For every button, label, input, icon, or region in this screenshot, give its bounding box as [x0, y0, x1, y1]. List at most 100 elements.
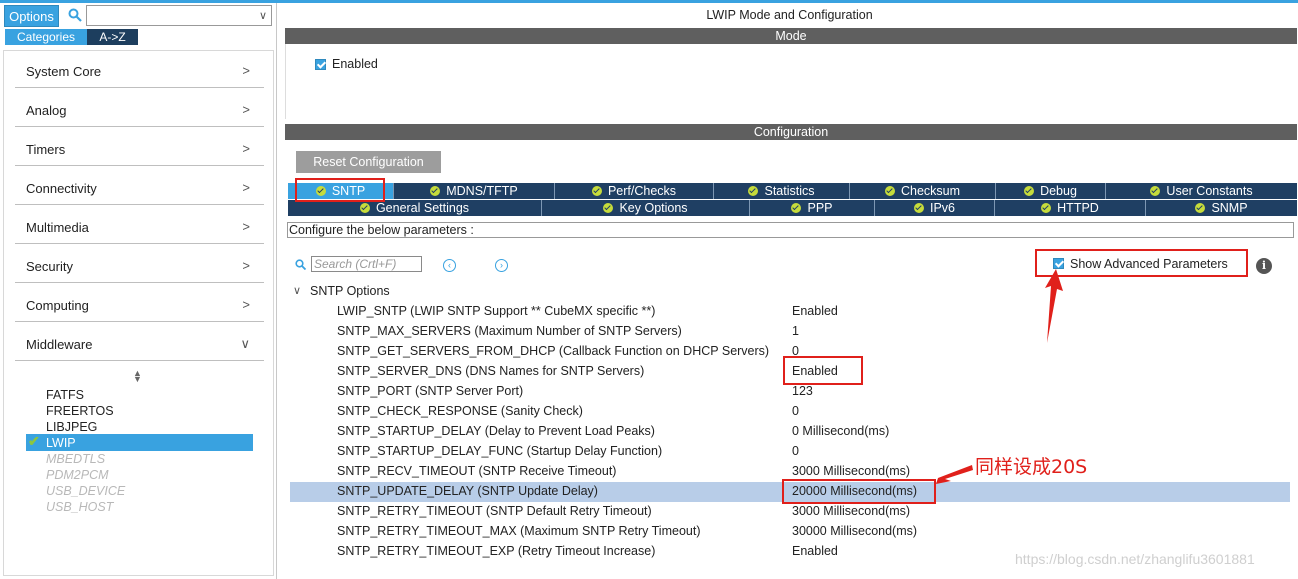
next-icon[interactable]: › — [495, 259, 508, 272]
parameter-search-input[interactable]: Search (Crtl+F) — [311, 256, 422, 272]
tab-label: Checksum — [900, 184, 961, 198]
tab-label: General Settings — [375, 201, 470, 215]
category-system-core[interactable]: System Core > — [15, 50, 264, 88]
tab-label: Statistics — [764, 184, 815, 198]
param-name: SNTP_GET_SERVERS_FROM_DHCP (Callback Fun… — [337, 344, 770, 358]
check-circle-icon — [359, 203, 370, 213]
tab-general-settings[interactable]: General Settings — [288, 200, 542, 216]
param-value[interactable]: Enabled — [792, 544, 838, 558]
category-computing[interactable]: Computing > — [15, 284, 264, 322]
tab-key-options[interactable]: Key Options — [542, 200, 750, 216]
check-circle-icon — [913, 203, 924, 213]
middleware-item-usb-device[interactable]: USB_DEVICE — [46, 484, 125, 498]
param-name: SNTP_RETRY_TIMEOUT_MAX (Maximum SNTP Ret… — [337, 524, 701, 538]
annotation-box-server-dns — [783, 356, 863, 385]
tab-statistics[interactable]: Statistics — [714, 183, 850, 199]
tab-label: MDNS/TFTP — [446, 184, 518, 198]
tab-label: Debug — [1040, 184, 1077, 198]
category-security[interactable]: Security > — [15, 245, 264, 283]
tab-perf-checks[interactable]: Perf/Checks — [555, 183, 714, 199]
tab-snmp[interactable]: SNMP — [1146, 200, 1297, 216]
middleware-item-usb-host[interactable]: USB_HOST — [46, 500, 113, 514]
chevron-right-icon: > — [242, 258, 250, 273]
check-circle-icon — [430, 186, 441, 196]
middleware-item-freertos[interactable]: FREERTOS — [46, 404, 114, 418]
tab-categories[interactable]: Categories — [5, 29, 87, 45]
middleware-item-libjpeg[interactable]: LIBJPEG — [46, 420, 97, 434]
tab-user-constants[interactable]: User Constants — [1106, 183, 1297, 199]
check-circle-icon — [603, 203, 614, 213]
category-analog[interactable]: Analog > — [15, 89, 264, 127]
param-name: SNTP_STARTUP_DELAY_FUNC (Startup Delay F… — [337, 444, 663, 458]
param-name: SNTP_CHECK_RESPONSE (Sanity Check) — [337, 404, 583, 418]
param-value[interactable]: 123 — [792, 384, 813, 398]
enabled-checkbox[interactable] — [315, 59, 326, 70]
category-label: Connectivity — [26, 181, 97, 196]
search-combobox[interactable]: ∨ — [86, 5, 272, 26]
chevron-right-icon: > — [242, 219, 250, 234]
category-connectivity[interactable]: Connectivity > — [15, 167, 264, 205]
configuration-header: Configuration — [285, 124, 1297, 140]
mode-section — [285, 44, 1298, 119]
tab-a-z[interactable]: A->Z — [87, 29, 138, 45]
param-name: SNTP_RETRY_TIMEOUT (SNTP Default Retry T… — [337, 504, 652, 518]
check-circle-icon — [791, 203, 802, 213]
param-value[interactable]: 0 Millisecond(ms) — [792, 424, 889, 438]
param-name: SNTP_PORT (SNTP Server Port) — [337, 384, 524, 398]
param-name: SNTP_RETRY_TIMEOUT_EXP (Retry Timeout In… — [337, 544, 656, 558]
chevron-right-icon: > — [242, 63, 250, 78]
tab-mdns-tftp[interactable]: MDNS/TFTP — [394, 183, 555, 199]
options-button[interactable]: Options — [4, 5, 59, 27]
category-timers[interactable]: Timers > — [15, 128, 264, 166]
check-circle-icon — [748, 186, 759, 196]
info-icon[interactable]: i — [1256, 258, 1272, 274]
param-value[interactable]: 3000 Millisecond(ms) — [792, 504, 910, 518]
tab-label: User Constants — [1166, 184, 1253, 198]
previous-icon[interactable]: ‹ — [443, 259, 456, 272]
tab-checksum[interactable]: Checksum — [850, 183, 996, 199]
check-circle-icon — [591, 186, 602, 196]
tab-ppp[interactable]: PPP — [750, 200, 875, 216]
check-circle-icon — [1041, 203, 1052, 213]
sort-icon[interactable]: ▲ ▼ — [133, 369, 142, 384]
reset-configuration-button[interactable]: Reset Configuration — [296, 151, 441, 173]
tab-ipv6[interactable]: IPv6 — [875, 200, 995, 216]
middleware-item-lwip[interactable]: LWIP — [46, 436, 76, 450]
param-name: SNTP_UPDATE_DELAY (SNTP Update Delay) — [337, 484, 598, 498]
param-value[interactable]: 0 — [792, 444, 799, 458]
param-name: SNTP_MAX_SERVERS (Maximum Number of SNTP… — [337, 324, 682, 338]
middleware-item-fatfs[interactable]: FATFS — [46, 388, 84, 402]
category-multimedia[interactable]: Multimedia > — [15, 206, 264, 244]
config-tabs-row-1: SNTP MDNS/TFTP Perf/Checks Statistics Ch… — [288, 183, 1297, 199]
search-icon — [295, 259, 306, 270]
check-circle-icon — [1195, 203, 1206, 213]
category-label: Middleware — [26, 337, 93, 352]
category-label: Analog — [26, 103, 67, 118]
tab-label: HTTPD — [1057, 201, 1099, 215]
chevron-down-icon: ∨ — [240, 336, 250, 351]
category-label: System Core — [26, 64, 102, 79]
chevron-down-icon[interactable]: ∨ — [259, 9, 267, 22]
tab-debug[interactable]: Debug — [996, 183, 1106, 199]
param-name: SNTP_SERVER_DNS (DNS Names for SNTP Serv… — [337, 364, 645, 378]
param-value[interactable]: 3000 Millisecond(ms) — [792, 464, 910, 478]
param-value[interactable]: Enabled — [792, 304, 838, 318]
config-tabs-row-2: General Settings Key Options PPP IPv6 HT… — [288, 200, 1297, 216]
tab-httpd[interactable]: HTTPD — [995, 200, 1146, 216]
param-value[interactable]: 1 — [792, 324, 799, 338]
mode-header: Mode — [285, 28, 1297, 44]
search-icon[interactable] — [68, 8, 82, 22]
param-value[interactable]: 30000 Millisecond(ms) — [792, 524, 917, 538]
middleware-item-mbedtls[interactable]: MBEDTLS — [46, 452, 105, 466]
annotation-box-show-advanced — [1035, 249, 1248, 277]
group-title: SNTP Options — [310, 284, 390, 298]
check-circle-icon — [884, 186, 895, 196]
param-value[interactable]: 0 — [792, 404, 799, 418]
tab-label: Perf/Checks — [607, 184, 677, 198]
category-middleware[interactable]: Middleware ∨ — [15, 323, 264, 361]
tab-label: IPv6 — [929, 201, 955, 215]
chevron-right-icon: > — [242, 180, 250, 195]
enabled-label: Enabled — [332, 57, 378, 71]
middleware-item-pdm2pcm[interactable]: PDM2PCM — [46, 468, 109, 482]
collapse-chevron-icon[interactable]: ∨ — [293, 284, 301, 297]
